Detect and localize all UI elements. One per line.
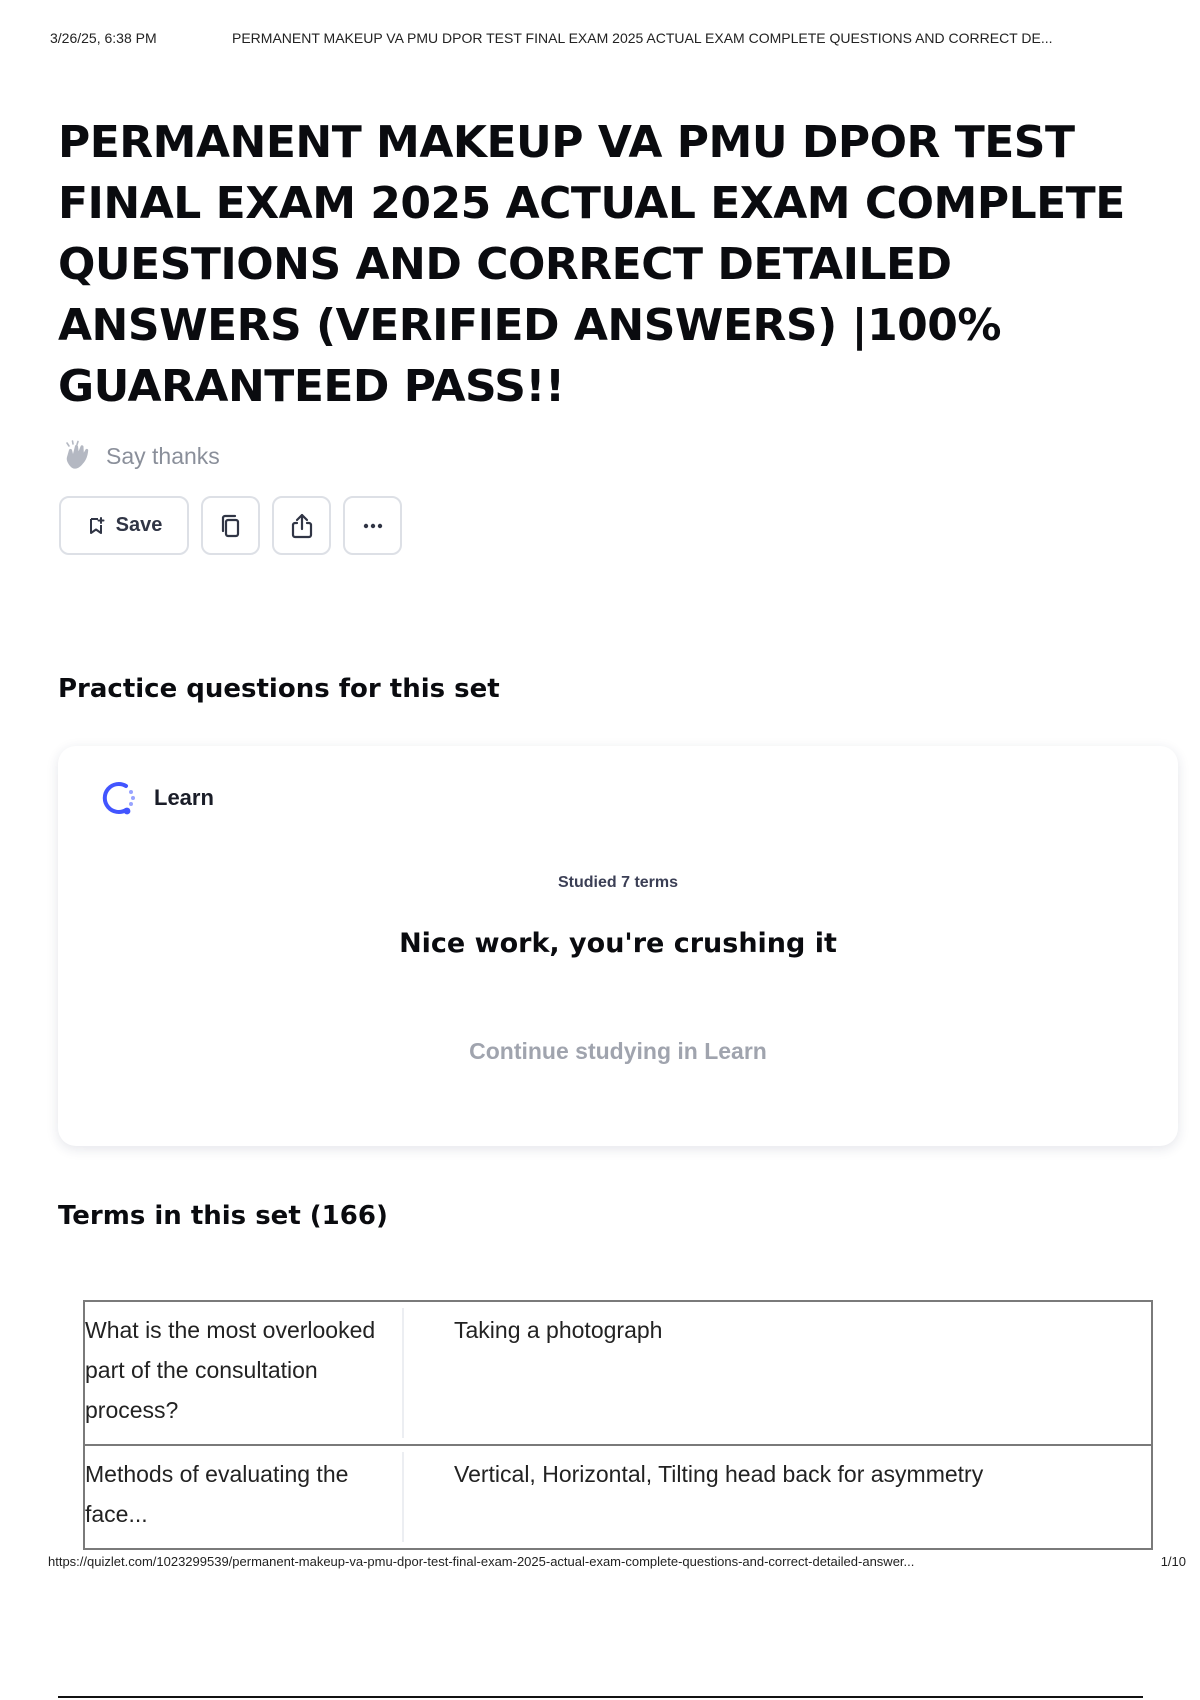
- table-row[interactable]: Methods of evaluating the face... Vertic…: [83, 1444, 1153, 1550]
- learn-progress-icon: [102, 782, 135, 815]
- learn-mode-label[interactable]: Learn: [96, 776, 214, 820]
- print-datetime: 3/26/25, 6:38 PM: [50, 30, 157, 46]
- page-number: 1/10: [1160, 1554, 1186, 1569]
- terms-table: What is the most overlooked part of the …: [83, 1300, 1153, 1550]
- print-title: PERMANENT MAKEUP VA PMU DPOR TEST FINAL …: [232, 30, 1053, 46]
- progress-message: Nice work, you're crushing it: [399, 928, 837, 959]
- practice-heading: Practice questions for this set: [58, 674, 500, 704]
- clapping-hands-icon: [66, 440, 89, 469]
- term-cell: What is the most overlooked part of the …: [83, 1300, 405, 1446]
- say-thanks-label: Say thanks: [106, 442, 220, 469]
- term-cell: Methods of evaluating the face...: [83, 1444, 405, 1550]
- print-url: https://quizlet.com/1023299539/permanent…: [48, 1554, 915, 1569]
- terms-heading: Terms in this set (166): [58, 1201, 388, 1231]
- copy-button[interactable]: [201, 496, 260, 555]
- print-header: 3/26/25, 6:38 PM PERMANENT MAKEUP VA PMU…: [50, 30, 1180, 46]
- share-button[interactable]: [272, 496, 331, 555]
- learn-card[interactable]: Learn Studied 7 terms Nice work, you're …: [58, 746, 1178, 1146]
- more-button[interactable]: [343, 496, 402, 555]
- page: 3/26/25, 6:38 PM PERMANENT MAKEUP VA PMU…: [0, 0, 1200, 1700]
- learn-label: Learn: [154, 785, 214, 810]
- continue-learn-link[interactable]: Continue studying in Learn: [58, 1038, 1178, 1065]
- divider: [58, 1696, 1143, 1698]
- bookmark-icon: [89, 516, 105, 534]
- definition-cell: Taking a photograph: [404, 1300, 1153, 1446]
- copy-icon: [221, 514, 239, 537]
- definition-cell: Vertical, Horizontal, Tilting head back …: [404, 1444, 1153, 1550]
- share-icon: [291, 513, 312, 538]
- save-label: Save: [115, 514, 163, 536]
- table-row[interactable]: What is the most overlooked part of the …: [83, 1300, 1153, 1446]
- print-footer: https://quizlet.com/1023299539/permanent…: [48, 1554, 1186, 1569]
- page-title: PERMANENT MAKEUP VA PMU DPOR TEST FINAL …: [58, 117, 1125, 412]
- save-button[interactable]: Save: [59, 496, 189, 555]
- studied-count: Studied 7 terms: [557, 874, 679, 891]
- more-icon: [363, 523, 382, 528]
- say-thanks-button[interactable]: Say thanks: [62, 440, 220, 472]
- action-bar: Save: [59, 496, 402, 555]
